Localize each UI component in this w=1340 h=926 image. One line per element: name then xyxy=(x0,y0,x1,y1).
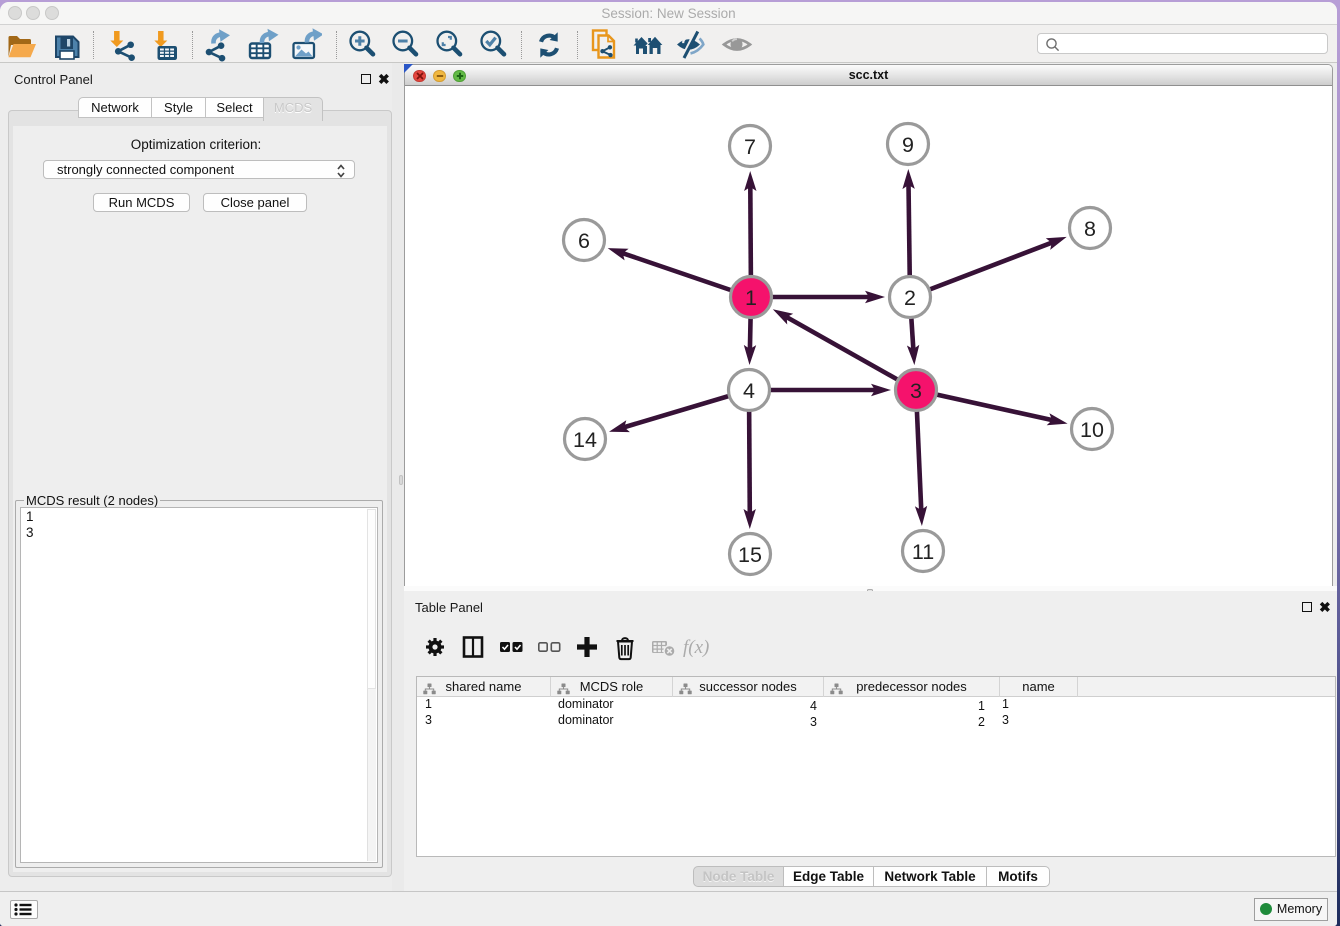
svg-text:f(x): f(x) xyxy=(683,637,709,658)
svg-text:2: 2 xyxy=(904,286,916,310)
svg-text:3: 3 xyxy=(910,379,922,403)
svg-text:4: 4 xyxy=(743,379,755,403)
svg-text:7: 7 xyxy=(744,135,756,159)
svg-text:1: 1 xyxy=(745,286,757,310)
svg-text:6: 6 xyxy=(578,229,590,253)
svg-text:9: 9 xyxy=(902,133,914,157)
svg-text:11: 11 xyxy=(912,540,934,564)
svg-text:14: 14 xyxy=(573,428,597,452)
svg-text:10: 10 xyxy=(1080,418,1104,442)
svg-text:8: 8 xyxy=(1084,217,1096,241)
svg-text:15: 15 xyxy=(738,543,762,567)
